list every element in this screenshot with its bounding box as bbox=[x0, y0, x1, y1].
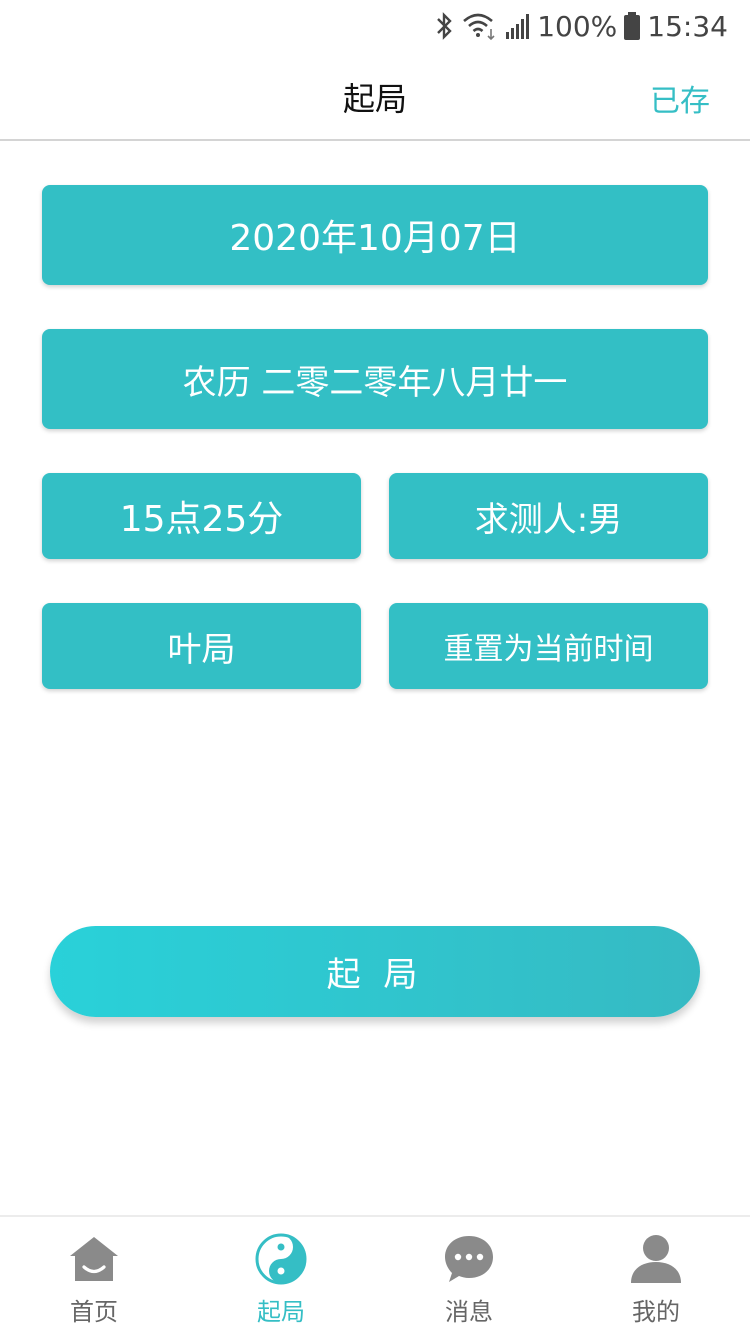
chat-bubble-icon bbox=[441, 1232, 497, 1286]
date-label: 2020年10月07日 bbox=[229, 218, 521, 259]
battery-percentage: 100% bbox=[537, 9, 618, 43]
lunar-date-label: 农历 二零二零年八月廿一 bbox=[182, 362, 568, 403]
reset-time-label: 重置为当前时间 bbox=[443, 632, 654, 667]
battery-icon bbox=[623, 11, 641, 41]
time-picker-button[interactable]: 15点25分 bbox=[42, 473, 361, 559]
tab-profile[interactable]: 我的 bbox=[596, 1217, 716, 1333]
tab-messages[interactable]: 消息 bbox=[409, 1217, 529, 1333]
status-bar: 100% 15:34 bbox=[0, 0, 750, 52]
user-icon bbox=[628, 1232, 684, 1286]
page-title: 起局 bbox=[342, 80, 407, 118]
date-picker-button[interactable]: 2020年10月07日 bbox=[42, 185, 708, 285]
querent-gender-button[interactable]: 求测人:男 bbox=[389, 473, 708, 559]
tab-start[interactable]: 起局 bbox=[221, 1217, 341, 1333]
yin-yang-icon bbox=[253, 1232, 309, 1286]
bluetooth-icon bbox=[435, 11, 455, 41]
tab-home[interactable]: 首页 bbox=[34, 1217, 154, 1333]
start-divination-label: 起 局 bbox=[326, 955, 424, 995]
querent-gender-label: 求测人:男 bbox=[474, 499, 623, 540]
reset-time-button[interactable]: 重置为当前时间 bbox=[389, 603, 708, 689]
method-select-button[interactable]: 叶局 bbox=[42, 603, 361, 689]
tab-start-label: 起局 bbox=[257, 1298, 305, 1326]
signal-icon bbox=[505, 12, 531, 40]
wifi-icon bbox=[461, 11, 499, 41]
lunar-date-button[interactable]: 农历 二零二零年八月廿一 bbox=[42, 329, 708, 429]
status-time: 15:34 bbox=[647, 9, 728, 43]
tab-messages-label: 消息 bbox=[445, 1298, 493, 1326]
tab-profile-label: 我的 bbox=[632, 1298, 680, 1326]
time-label: 15点25分 bbox=[119, 499, 284, 540]
saved-button[interactable]: 已存 bbox=[650, 76, 710, 120]
home-icon bbox=[66, 1232, 122, 1286]
bottom-tab-bar: 首页 起局 消息 我的 bbox=[0, 1215, 750, 1333]
status-indicators: 100% 15:34 bbox=[435, 6, 728, 46]
method-label: 叶局 bbox=[167, 629, 236, 670]
tab-home-label: 首页 bbox=[70, 1298, 118, 1326]
header: 起局 已存 bbox=[0, 52, 750, 141]
start-divination-button[interactable]: 起 局 bbox=[50, 926, 700, 1017]
